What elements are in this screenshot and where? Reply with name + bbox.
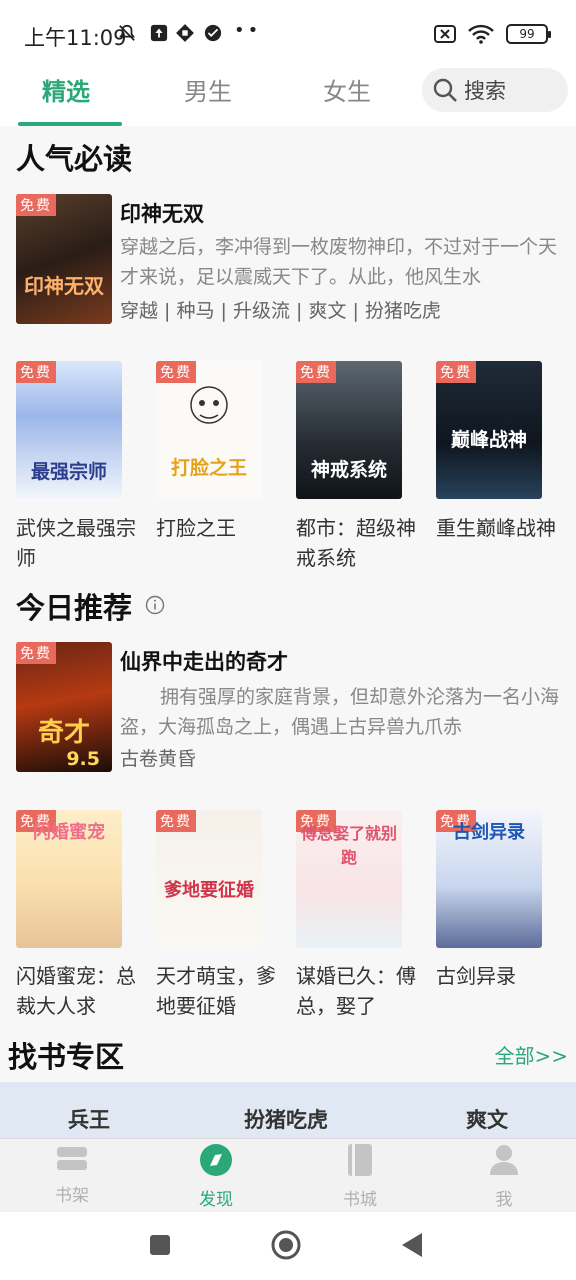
free-badge: 免费	[16, 361, 56, 383]
cover-title-art: 神戒系统	[310, 459, 387, 481]
cover-title-art: 爹地要征婚	[164, 880, 254, 901]
feature-cover[interactable]: 免费 印神无双	[16, 194, 112, 324]
book-name[interactable]: 都市：超级神戒系统	[296, 513, 416, 573]
free-badge: 免费	[156, 810, 196, 832]
system-navigation-bar	[0, 1212, 576, 1280]
mute-notification-icon	[119, 24, 135, 41]
free-badge: 免费	[296, 361, 336, 383]
bottom-navigation: 书架 发现 书城 我	[0, 1138, 576, 1212]
cover-title-art: 巅峰战神	[450, 429, 527, 451]
book-cover[interactable]: 免费 神戒系统	[296, 361, 402, 499]
wifi-icon	[468, 24, 494, 44]
cover-title-art: 古剑异录	[453, 822, 525, 843]
feature-tags: 穿越 | 种马 | 升级流 | 爽文 | 扮猪吃虎	[120, 300, 441, 322]
free-badge: 免费	[16, 194, 56, 216]
tab-female[interactable]: 女生	[323, 72, 371, 107]
book-cover[interactable]: 免费 古剑异录	[436, 810, 542, 948]
view-all-link[interactable]: 全部>>	[494, 1040, 568, 1069]
feature-title[interactable]: 印神无双	[120, 198, 204, 228]
search-label: 搜索	[464, 79, 506, 103]
category-strip: 兵王 扮猪吃虎 爽文	[0, 1082, 576, 1138]
feature-description: 穿越之后，李冲得到一枚废物神印，不过对于一个天才来说，足以震威天下了。从此，他风…	[120, 236, 558, 288]
more-notifications-icon: ••	[234, 20, 262, 41]
category-item[interactable]: 爽文	[466, 1104, 508, 1134]
cover-title-art: 奇才	[37, 718, 90, 748]
cover-title-art: 闪婚蜜宠	[33, 822, 105, 843]
section-title-find: 找书专区	[8, 1040, 125, 1074]
nav-discover[interactable]: 发现	[176, 1143, 256, 1210]
free-badge: 免费	[156, 361, 196, 383]
status-bar: 上午11:09 •• 99	[0, 0, 576, 64]
book-cover[interactable]: 免费 爹地要征婚	[156, 810, 262, 948]
search-box[interactable]: 搜索	[422, 68, 568, 112]
book-cover[interactable]: 免费 巅峰战神	[436, 361, 542, 499]
compass-icon	[200, 1144, 232, 1176]
cover-title-art: 最强宗师	[30, 461, 107, 483]
book-icon	[348, 1144, 372, 1176]
search-icon	[433, 78, 457, 102]
upload-icon	[150, 24, 168, 42]
feature-cover[interactable]: 免费 奇才 9.5	[16, 642, 112, 772]
book-cover[interactable]: 免费 傅总娶了就别跑	[296, 810, 402, 948]
recent-apps-icon[interactable]	[149, 1234, 171, 1256]
free-badge: 免费	[436, 361, 476, 383]
tab-featured[interactable]: 精选	[42, 72, 90, 107]
user-icon	[490, 1145, 518, 1175]
feature-title[interactable]: 仙界中走出的奇才	[120, 646, 288, 676]
bookshelf-icon	[57, 1147, 87, 1170]
feature-author: 古卷黄昏	[120, 748, 197, 770]
sim-disabled-icon	[434, 25, 456, 43]
book-name[interactable]: 重生巅峰战神	[436, 513, 556, 543]
channel-tabs: 精选 男生 女生 搜索	[0, 64, 576, 126]
tab-male[interactable]: 男生	[184, 72, 232, 107]
book-name[interactable]: 武侠之最强宗师	[16, 513, 136, 573]
nav-profile[interactable]: 我	[464, 1143, 544, 1210]
book-name[interactable]: 闪婚蜜宠：总裁大人求	[16, 961, 136, 1021]
book-cover[interactable]: 免费 最强宗师	[16, 361, 122, 499]
back-icon[interactable]	[400, 1232, 424, 1258]
check-shield-icon	[204, 24, 222, 42]
book-name[interactable]: 天才萌宝，爹地要征婚	[156, 961, 276, 1021]
book-name[interactable]: 古剑异录	[436, 961, 556, 991]
feature-description: 拥有强厚的家庭背景，但却意外沦落为一名小海盗，大海孤岛之上，偶遇上古异兽九爪赤	[120, 686, 560, 738]
nav-bookstore[interactable]: 书城	[320, 1143, 400, 1210]
app-notification-icon	[176, 24, 194, 42]
cover-score: 9.5	[66, 748, 100, 770]
category-item[interactable]: 扮猪吃虎	[244, 1104, 328, 1134]
section-title-today: 今日推荐	[16, 591, 133, 625]
clock: 上午11:09	[24, 26, 127, 50]
section-title-popular: 人气必读	[16, 142, 133, 176]
active-tab-indicator	[18, 122, 122, 126]
book-cover[interactable]: 免费 闪婚蜜宠	[16, 810, 122, 948]
category-item[interactable]: 兵王	[68, 1104, 110, 1134]
battery-indicator: 99	[506, 24, 551, 44]
cover-title-art: 打脸之王	[170, 457, 247, 479]
free-badge: 免费	[16, 642, 56, 664]
book-name[interactable]: 谋婚已久：傅总，娶了	[296, 961, 416, 1021]
cover-title-art: 印神无双	[24, 274, 104, 298]
book-cover[interactable]: 免费 打脸之王	[156, 361, 262, 499]
nav-bookshelf[interactable]: 书架	[32, 1143, 112, 1206]
book-name[interactable]: 打脸之王	[156, 513, 276, 543]
info-icon[interactable]	[145, 595, 165, 615]
home-icon[interactable]	[270, 1229, 302, 1261]
cover-illustration	[190, 386, 228, 424]
cover-title-art: 傅总娶了就别跑	[300, 824, 397, 867]
